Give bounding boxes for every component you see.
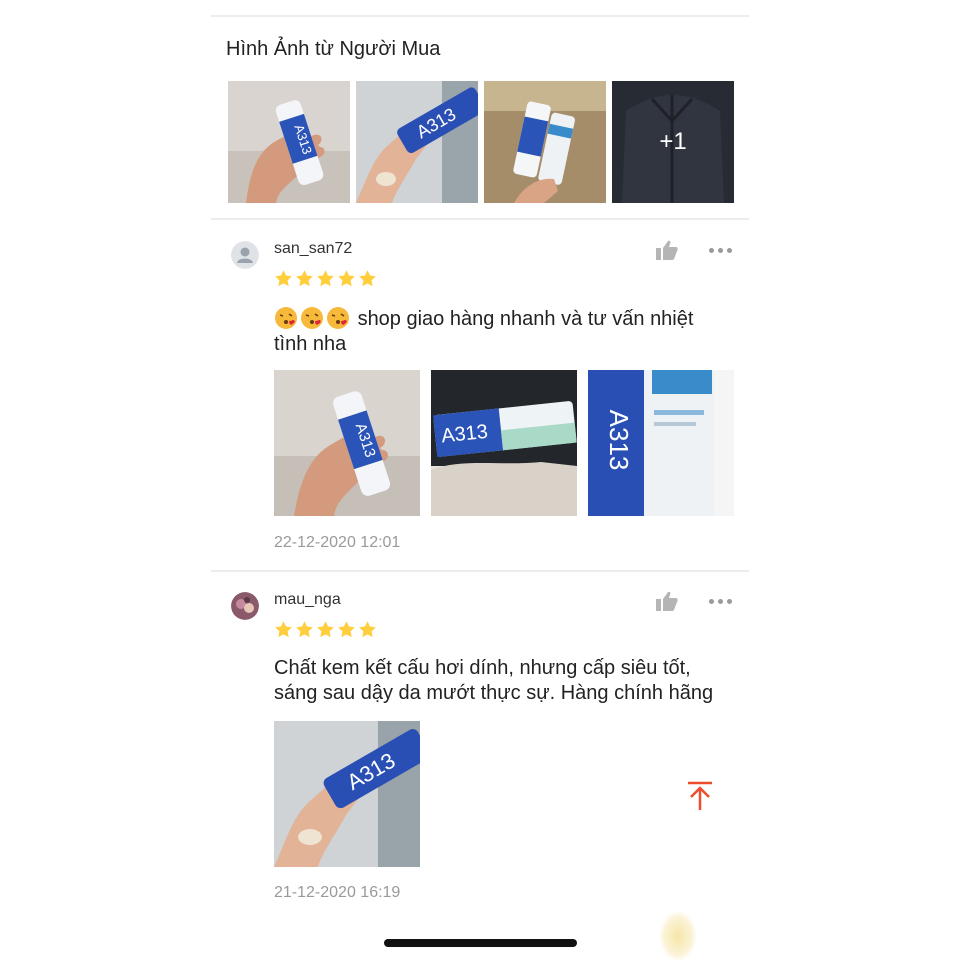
image-artifact [660, 912, 696, 960]
more-options-icon[interactable] [709, 597, 735, 605]
star-icon [359, 270, 376, 287]
reviews-page: Hình Ảnh từ Người Mua A313 A313 +1 san_s… [211, 0, 749, 960]
star-icon [317, 621, 334, 638]
kissing-face-emoji-icon [301, 307, 323, 329]
buyer-photo[interactable]: A313 [356, 81, 478, 203]
review-photo[interactable]: A313 [274, 370, 420, 516]
review-text-line: Chất kem kết cấu hơi dính, nhưng cấp siê… [274, 657, 691, 679]
more-options-icon[interactable] [709, 246, 735, 254]
arrow-up-to-top-icon [688, 781, 712, 810]
kissing-face-emoji-icon [275, 307, 297, 329]
review-text: Chất kem kết cấu hơi dính, nhưng cấp siê… [274, 656, 744, 706]
buyer-photo-more[interactable]: +1 [612, 81, 734, 203]
star-rating [274, 269, 377, 288]
review-username[interactable]: san_san72 [274, 240, 352, 258]
review-photo[interactable]: A313 [588, 370, 734, 516]
divider [211, 218, 749, 220]
star-icon [275, 270, 292, 287]
star-icon [338, 621, 355, 638]
review-photo[interactable]: A313 [274, 721, 420, 867]
star-rating [274, 620, 377, 639]
product-label: A313 [604, 410, 634, 471]
review-text-line: sáng sau dậy da mướt thực sự. Hàng chính… [274, 682, 714, 704]
review-timestamp: 21-12-2020 16:19 [274, 884, 401, 901]
divider [211, 570, 749, 572]
section-title: Hình Ảnh từ Người Mua [226, 38, 441, 60]
review-text-line: tình nha [274, 333, 347, 355]
review-timestamp: 22-12-2020 12:01 [274, 534, 401, 551]
star-icon [338, 270, 355, 287]
buyer-photo[interactable] [484, 81, 606, 203]
thumbs-up-icon[interactable] [656, 240, 678, 260]
avatar[interactable] [231, 241, 259, 269]
review-username[interactable]: mau_nga [274, 591, 341, 609]
more-photos-count: +1 [612, 81, 734, 203]
star-icon [359, 621, 376, 638]
star-icon [317, 270, 334, 287]
kissing-face-emoji-icon [327, 307, 349, 329]
review-text: shop giao hàng nhanh và tư vấn nhiệt tìn… [274, 306, 744, 357]
home-indicator[interactable] [384, 939, 577, 947]
thumbs-up-icon[interactable] [656, 591, 678, 611]
star-icon [296, 270, 313, 287]
scroll-to-top-button[interactable] [681, 776, 719, 814]
review-text-line: shop giao hàng nhanh và tư vấn nhiệt [357, 308, 694, 330]
star-icon [296, 621, 313, 638]
star-icon [275, 621, 292, 638]
buyer-photo[interactable]: A313 [228, 81, 350, 203]
divider [211, 15, 749, 17]
avatar[interactable] [231, 592, 259, 620]
review-photo[interactable]: A313 [431, 370, 577, 516]
